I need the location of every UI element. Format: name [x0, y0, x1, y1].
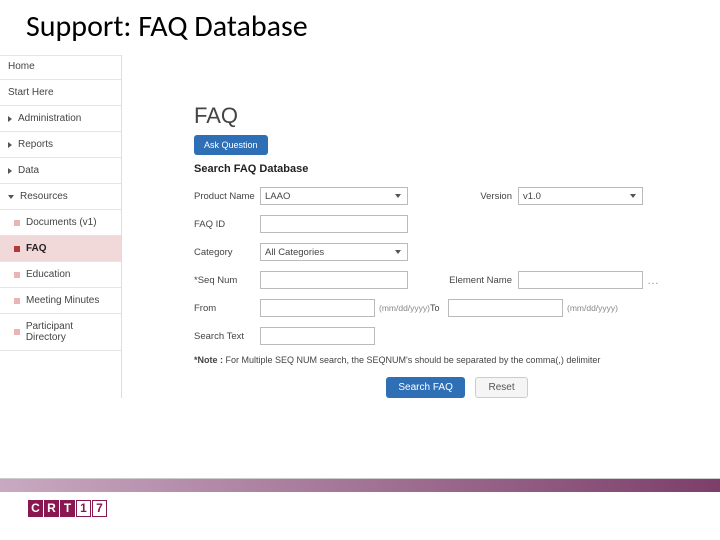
reset-button[interactable]: Reset	[475, 377, 527, 398]
date-hint: (mm/dd/yyyy)	[375, 303, 430, 313]
seq-num-note: *Note : For Multiple SEQ NUM search, the…	[194, 355, 720, 365]
label-product-name: Product Name	[194, 191, 260, 202]
sidebar-label: Resources	[20, 191, 68, 202]
bullet-icon	[14, 246, 20, 252]
sidebar-item-administration[interactable]: Administration	[0, 106, 121, 132]
page-title: Support: FAQ Database	[0, 0, 720, 55]
logo-char: 7	[92, 500, 107, 517]
sidebar-item-data[interactable]: Data	[0, 158, 121, 184]
sidebar-label: FAQ	[26, 243, 47, 254]
sidebar-label: Participant Directory	[26, 321, 113, 343]
chevron-down-icon	[393, 247, 403, 257]
select-value: All Categories	[265, 247, 324, 258]
sidebar-item-start-here[interactable]: Start Here	[0, 80, 121, 106]
ask-question-button[interactable]: Ask Question	[194, 135, 268, 155]
crt17-logo: C R T 1 7	[28, 500, 107, 517]
logo-char: R	[44, 500, 59, 517]
sidebar-label: Education	[26, 269, 70, 280]
select-value: v1.0	[523, 191, 541, 202]
label-category: Category	[194, 247, 260, 258]
version-select[interactable]: v1.0	[518, 187, 643, 205]
sidebar-sub-documents[interactable]: Documents (v1)	[0, 210, 121, 236]
date-hint: (mm/dd/yyyy)	[563, 303, 618, 313]
label-search-text: Search Text	[194, 331, 260, 342]
chevron-down-icon	[8, 195, 14, 199]
label-element-name: Element Name	[408, 275, 518, 286]
faq-heading: FAQ	[194, 103, 720, 129]
sidebar-label: Meeting Minutes	[26, 295, 99, 306]
label-to: To	[430, 303, 448, 313]
sidebar-item-resources[interactable]: Resources	[0, 184, 121, 210]
sidebar: Home Start Here Administration Reports D…	[0, 55, 122, 398]
bullet-icon	[14, 329, 20, 335]
bullet-icon	[14, 272, 20, 278]
to-date-input[interactable]	[448, 299, 563, 317]
sidebar-label: Home	[8, 61, 35, 72]
logo-char: C	[28, 500, 43, 517]
category-select[interactable]: All Categories	[260, 243, 408, 261]
sidebar-sub-meeting-minutes[interactable]: Meeting Minutes	[0, 288, 121, 314]
element-name-input[interactable]	[518, 271, 643, 289]
sidebar-sub-faq[interactable]: FAQ	[0, 236, 121, 262]
label-version: Version	[408, 191, 518, 202]
select-value: LAAO	[265, 191, 290, 202]
bullet-icon	[14, 298, 20, 304]
seq-num-input[interactable]	[260, 271, 408, 289]
label-seq-num: *Seq Num	[194, 275, 260, 286]
chevron-right-icon	[8, 168, 12, 174]
logo-char: 1	[76, 500, 91, 517]
element-lookup-button[interactable]: …	[643, 273, 660, 287]
chevron-down-icon	[628, 191, 638, 201]
sidebar-sub-education[interactable]: Education	[0, 262, 121, 288]
sidebar-label: Documents (v1)	[26, 217, 97, 228]
sidebar-label: Start Here	[8, 87, 54, 98]
footer-gradient	[0, 478, 720, 492]
sidebar-item-reports[interactable]: Reports	[0, 132, 121, 158]
label-faq-id: FAQ ID	[194, 219, 260, 230]
sidebar-item-home[interactable]: Home	[0, 55, 121, 80]
sidebar-label: Administration	[18, 113, 81, 124]
search-faq-button[interactable]: Search FAQ	[386, 377, 464, 398]
sidebar-label: Data	[18, 165, 39, 176]
label-from: From	[194, 303, 260, 314]
faq-id-input[interactable]	[260, 215, 408, 233]
main-content: FAQ Ask Question Search FAQ Database Pro…	[122, 55, 720, 398]
sidebar-label: Reports	[18, 139, 53, 150]
search-text-input[interactable]	[260, 327, 375, 345]
footer: C R T 1 7	[0, 478, 720, 524]
sidebar-sub-participant-directory[interactable]: Participant Directory	[0, 314, 121, 351]
search-heading: Search FAQ Database	[194, 163, 720, 175]
search-form: Product Name LAAO Version v1.0 FAQ ID Ca…	[194, 187, 720, 398]
bullet-icon	[14, 220, 20, 226]
chevron-right-icon	[8, 116, 12, 122]
logo-char: T	[60, 500, 75, 517]
product-name-select[interactable]: LAAO	[260, 187, 408, 205]
chevron-down-icon	[393, 191, 403, 201]
chevron-right-icon	[8, 142, 12, 148]
from-date-input[interactable]	[260, 299, 375, 317]
